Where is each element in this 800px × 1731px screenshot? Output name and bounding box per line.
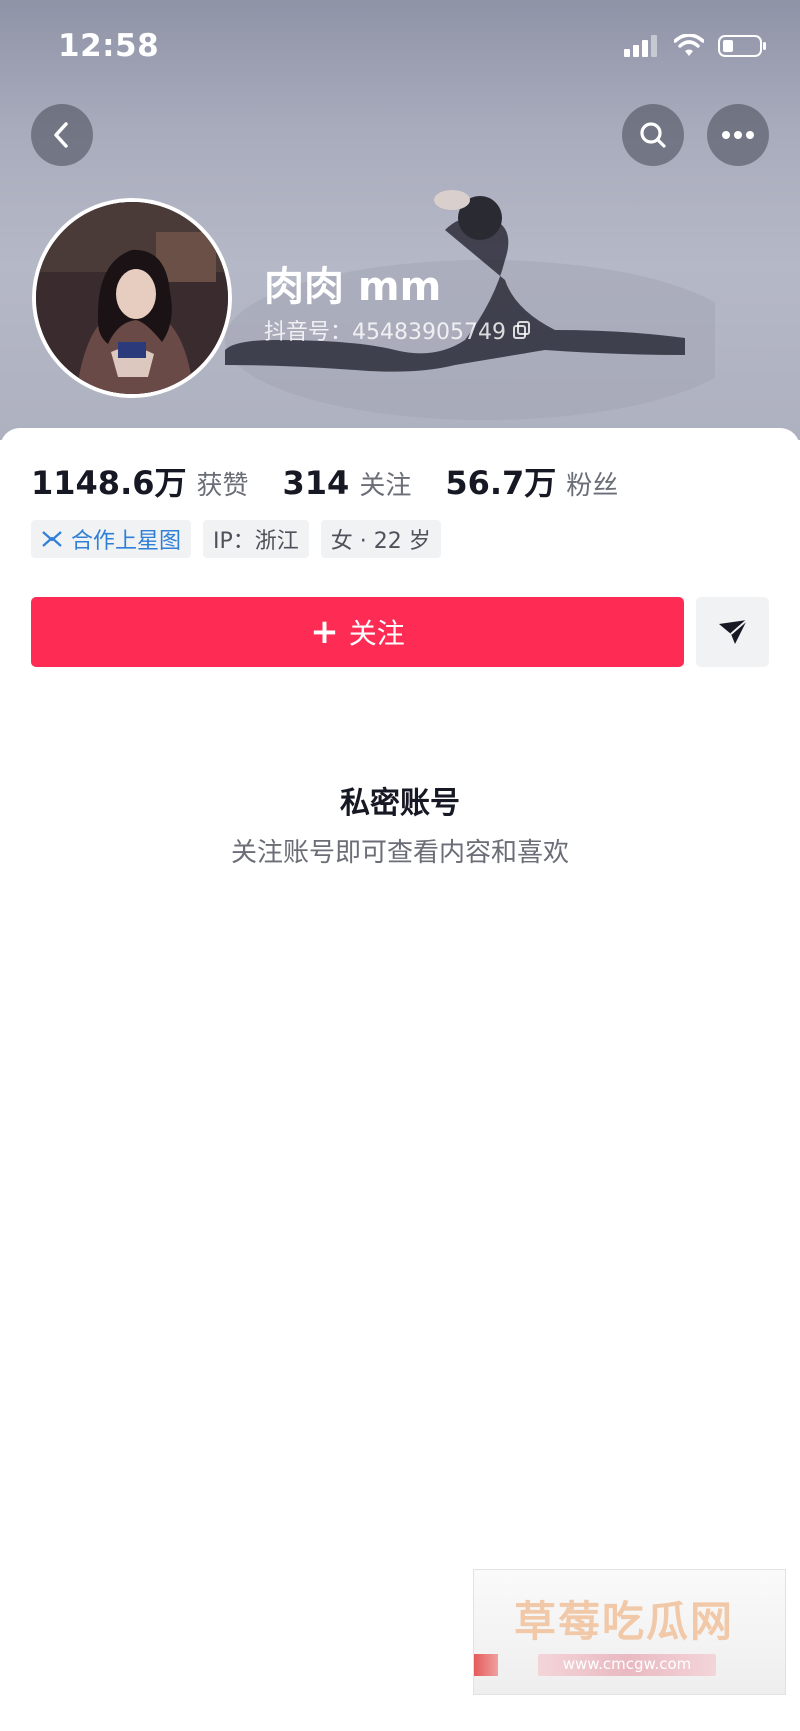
copy-icon[interactable] (512, 320, 532, 340)
stat-followers[interactable]: 56.7万 粉丝 (445, 458, 618, 504)
more-button[interactable] (707, 104, 769, 166)
battery-icon (718, 35, 766, 57)
back-icon (54, 122, 68, 148)
wifi-icon (674, 34, 704, 56)
stat-label: 关注 (359, 471, 412, 501)
stat-label: 粉丝 (566, 471, 619, 501)
profile-sheet: 1148.6万 获赞 314 关注 56.7万 粉丝 合作上星图 IP：浙江 女… (0, 428, 800, 1731)
avatar[interactable] (32, 198, 232, 398)
share-button[interactable] (696, 597, 769, 667)
share-icon (718, 619, 748, 644)
stat-value: 56.7万 (445, 464, 557, 502)
status-time: 12:58 (58, 28, 160, 64)
douyin-id-text: 抖音号：45483905749 (264, 320, 506, 345)
xingtu-icon (42, 531, 62, 547)
follow-label: 关注 (348, 617, 405, 650)
tag-ip: IP：浙江 (203, 520, 309, 558)
private-account-title: 私密账号 (340, 786, 460, 821)
signal-icon (624, 35, 657, 57)
private-account-subtitle: 关注账号即可查看内容和喜欢 (230, 838, 569, 868)
stat-following[interactable]: 314 关注 (283, 464, 412, 502)
profile-name: 肉肉 mm (264, 264, 442, 310)
avatar-photo (36, 202, 228, 394)
plus-icon: + (310, 612, 339, 652)
back-button[interactable] (31, 104, 93, 166)
more-icon (722, 131, 754, 139)
tag-cooperation[interactable]: 合作上星图 (31, 520, 192, 558)
stat-value: 1148.6万 (31, 464, 187, 502)
stat-value: 314 (282, 464, 350, 502)
profile-banner: 12:58 肉肉 mm 抖音号：45483905749 (0, 0, 800, 440)
stat-label: 获赞 (196, 471, 249, 501)
watermark-text: 草莓吃瓜网 (514, 1597, 735, 1646)
watermark: 草莓吃瓜网 www.cmcgw.com (473, 1569, 786, 1695)
douyin-id: 抖音号：45483905749 (264, 314, 532, 346)
watermark-url: www.cmcgw.com (562, 1655, 692, 1673)
follow-button[interactable]: + 关注 (31, 597, 684, 667)
stats-row: 1148.6万 获赞 314 关注 56.7万 粉丝 (31, 458, 652, 504)
search-icon (640, 122, 666, 148)
status-bar: 12:58 (0, 0, 800, 96)
search-button[interactable] (622, 104, 684, 166)
status-icons (624, 34, 768, 58)
tag-cooperation-label: 合作上星图 (71, 529, 182, 554)
stat-likes[interactable]: 1148.6万 获赞 (31, 458, 249, 504)
watermark-corner (474, 1654, 498, 1676)
tag-gender-age: 女 · 22 岁 (320, 520, 441, 558)
profile-tags: 合作上星图 IP：浙江 女 · 22 岁 (31, 520, 441, 558)
